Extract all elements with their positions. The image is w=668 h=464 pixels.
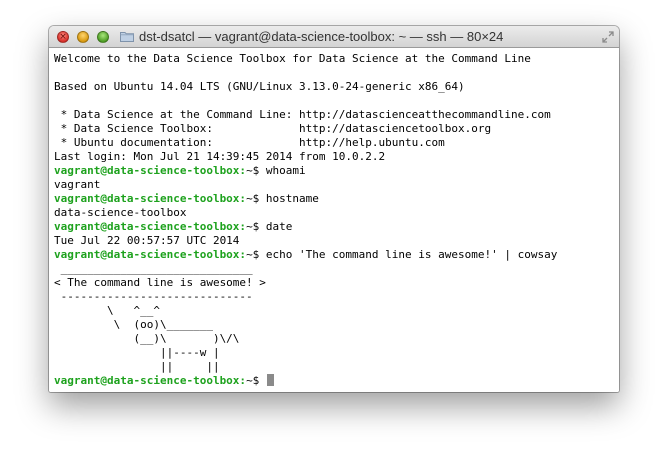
line-text: ||----w | xyxy=(54,346,220,359)
line-text: ~$ echo 'The command line is awesome!' |… xyxy=(246,248,558,261)
prompt-text: vagrant@data-science-toolbox: xyxy=(54,248,247,261)
output-line: * Data Science at the Command Line: http… xyxy=(54,108,614,122)
line-text: * Data Science at the Command Line: http… xyxy=(54,108,551,121)
output-line: Last login: Mon Jul 21 14:39:45 2014 fro… xyxy=(54,150,614,164)
line-text: || || xyxy=(54,360,220,373)
line-text: vagrant xyxy=(54,178,101,191)
line-text: ~$ hostname xyxy=(246,192,319,205)
line-text: < The command line is awesome! > xyxy=(54,276,266,289)
prompt-text: vagrant@data-science-toolbox: xyxy=(54,220,247,233)
output-line: ----------------------------- xyxy=(54,290,614,304)
line-text: _____________________________ xyxy=(54,262,253,275)
output-line: < The command line is awesome! > xyxy=(54,276,614,290)
line-text: * Data Science Toolbox: http://datascien… xyxy=(54,122,492,135)
close-icon[interactable]: × xyxy=(57,31,69,43)
line-text: data-science-toolbox xyxy=(54,206,187,219)
prompt-line: vagrant@data-science-toolbox:~$ whoami xyxy=(54,164,614,178)
output-line: vagrant xyxy=(54,178,614,192)
line-text: Last login: Mon Jul 21 14:39:45 2014 fro… xyxy=(54,150,386,163)
line-text: Based on Ubuntu 14.04 LTS (GNU/Linux 3.1… xyxy=(54,80,465,93)
output-line: _____________________________ xyxy=(54,262,614,276)
prompt-text: vagrant@data-science-toolbox: xyxy=(54,374,247,387)
fullscreen-icon[interactable] xyxy=(602,31,614,43)
folder-icon xyxy=(120,32,134,42)
line-text: * Ubuntu documentation: http://help.ubun… xyxy=(54,136,445,149)
text-cursor xyxy=(266,374,274,386)
line-text: Tue Jul 22 00:57:57 UTC 2014 xyxy=(54,234,240,247)
title-bar[interactable]: × dst-dsatcl — vagrant@data-science-tool… xyxy=(49,26,619,48)
line-text: ~$ whoami xyxy=(246,164,306,177)
output-line: Tue Jul 22 00:57:57 UTC 2014 xyxy=(54,234,614,248)
minimize-icon[interactable] xyxy=(77,31,89,43)
prompt-line: vagrant@data-science-toolbox:~$ date xyxy=(54,220,614,234)
output-line: \ ^__^ xyxy=(54,304,614,318)
line-text: (__)\ )\/\ xyxy=(54,332,240,345)
prompt-text: vagrant@data-science-toolbox: xyxy=(54,192,247,205)
output-line: || || xyxy=(54,360,614,374)
terminal-window: × dst-dsatcl — vagrant@data-science-tool… xyxy=(49,26,619,392)
prompt-line: vagrant@data-science-toolbox:~$ xyxy=(54,374,614,388)
line-text: ~$ date xyxy=(246,220,293,233)
prompt-line: vagrant@data-science-toolbox:~$ echo 'Th… xyxy=(54,248,614,262)
terminal-output[interactable]: Welcome to the Data Science Toolbox for … xyxy=(49,48,619,392)
output-line: (__)\ )\/\ xyxy=(54,332,614,346)
output-line: data-science-toolbox xyxy=(54,206,614,220)
line-text: ~$ xyxy=(246,374,266,387)
output-line: \ (oo)\_______ xyxy=(54,318,614,332)
line-text: \ ^__^ xyxy=(54,304,160,317)
line-text: Welcome to the Data Science Toolbox for … xyxy=(54,52,531,65)
prompt-text: vagrant@data-science-toolbox: xyxy=(54,164,247,177)
output-line: Welcome to the Data Science Toolbox for … xyxy=(54,52,614,66)
prompt-line: vagrant@data-science-toolbox:~$ hostname xyxy=(54,192,614,206)
output-line: * Ubuntu documentation: http://help.ubun… xyxy=(54,136,614,150)
output-line: Based on Ubuntu 14.04 LTS (GNU/Linux 3.1… xyxy=(54,80,614,94)
zoom-icon[interactable] xyxy=(97,31,109,43)
line-text: ----------------------------- xyxy=(54,290,253,303)
line-text: \ (oo)\_______ xyxy=(54,318,213,331)
output-line: * Data Science Toolbox: http://datascien… xyxy=(54,122,614,136)
output-line: ||----w | xyxy=(54,346,614,360)
window-title: dst-dsatcl — vagrant@data-science-toolbo… xyxy=(139,29,504,44)
